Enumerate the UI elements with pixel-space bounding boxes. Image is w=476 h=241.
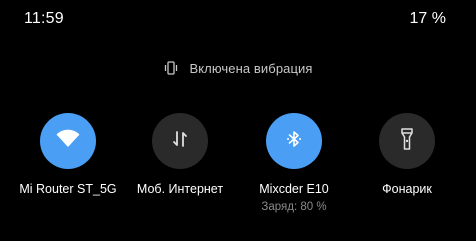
flashlight-toggle[interactable] xyxy=(379,113,435,169)
status-bar: 11:59 17 % xyxy=(0,0,476,38)
wifi-toggle[interactable] xyxy=(40,113,96,169)
mobile-data-toggle[interactable] xyxy=(152,113,208,169)
quick-settings-tiles: Mi Router ST_5G Моб. Интернет Mixcder E1… xyxy=(0,113,476,223)
flashlight-icon xyxy=(399,127,415,156)
battery-level: 17 % xyxy=(409,10,446,27)
vibration-label: Включена вибрация xyxy=(189,60,313,76)
wifi-tile-label: Mi Router ST_5G xyxy=(19,182,117,196)
mobile-data-tile[interactable]: Моб. Интернет xyxy=(120,113,240,196)
wifi-tile[interactable]: Mi Router ST_5G xyxy=(8,113,128,196)
wifi-icon xyxy=(55,128,81,155)
mobile-data-icon xyxy=(170,129,190,154)
status-time: 11:59 xyxy=(24,10,64,27)
bluetooth-tile[interactable]: Mixcder E10 Заряд: 80 % xyxy=(234,113,354,213)
flashlight-tile-label: Фонарик xyxy=(382,182,432,196)
vibrate-icon xyxy=(163,60,179,76)
bluetooth-device-name: Mixcder E10 xyxy=(259,182,329,196)
vibration-status: Включена вибрация xyxy=(0,58,476,78)
flashlight-tile[interactable]: Фонарик xyxy=(347,113,467,196)
bluetooth-battery-charge: Заряд: 80 % xyxy=(261,201,327,213)
bluetooth-icon xyxy=(283,128,305,155)
mobile-data-tile-label: Моб. Интернет xyxy=(136,182,224,196)
bluetooth-toggle[interactable] xyxy=(266,113,322,169)
